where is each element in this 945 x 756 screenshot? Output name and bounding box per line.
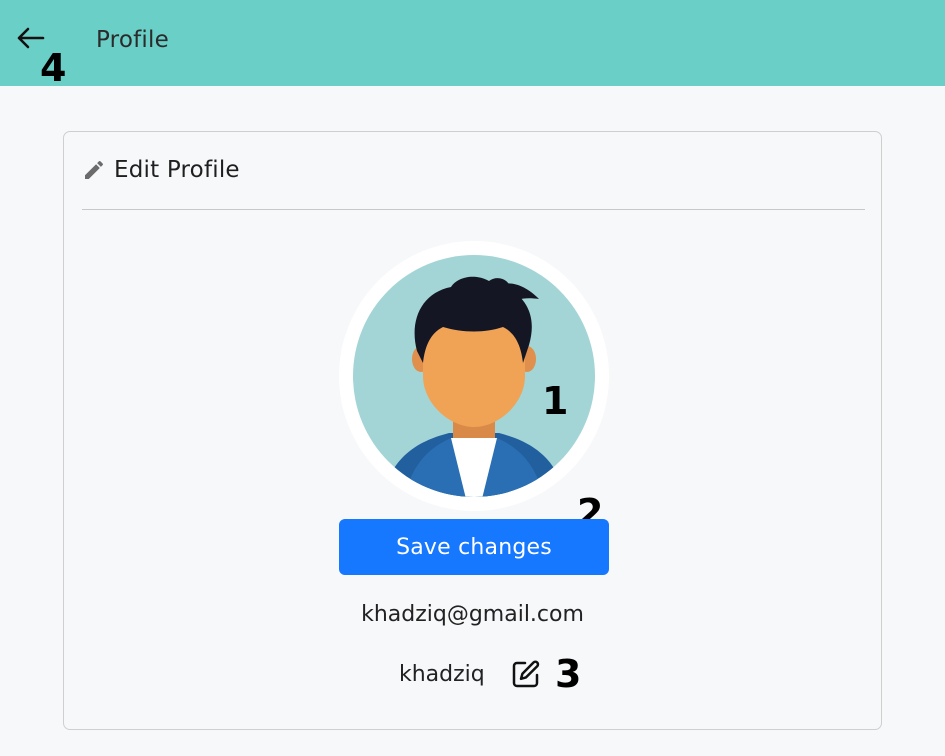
- app-header: Profile: [0, 0, 945, 86]
- page-title: Profile: [96, 27, 169, 53]
- pencil-icon: [85, 160, 104, 179]
- edit-square-icon: [512, 660, 539, 688]
- divider: [82, 209, 865, 210]
- save-button[interactable]: Save changes: [339, 519, 609, 575]
- annotation-marker-1: 1: [542, 379, 569, 423]
- person-avatar-illustration: [353, 255, 595, 497]
- card-heading: Edit Profile: [114, 157, 240, 183]
- username-row: khadziq: [399, 658, 542, 690]
- edit-username-button[interactable]: [510, 658, 542, 690]
- card-header: Edit Profile: [82, 157, 240, 183]
- annotation-marker-4: 4: [40, 46, 67, 90]
- email-text: khadziq@gmail.com: [361, 602, 584, 627]
- annotation-marker-3: 3: [555, 652, 582, 696]
- avatar[interactable]: [339, 241, 609, 511]
- username-text: khadziq: [399, 661, 485, 687]
